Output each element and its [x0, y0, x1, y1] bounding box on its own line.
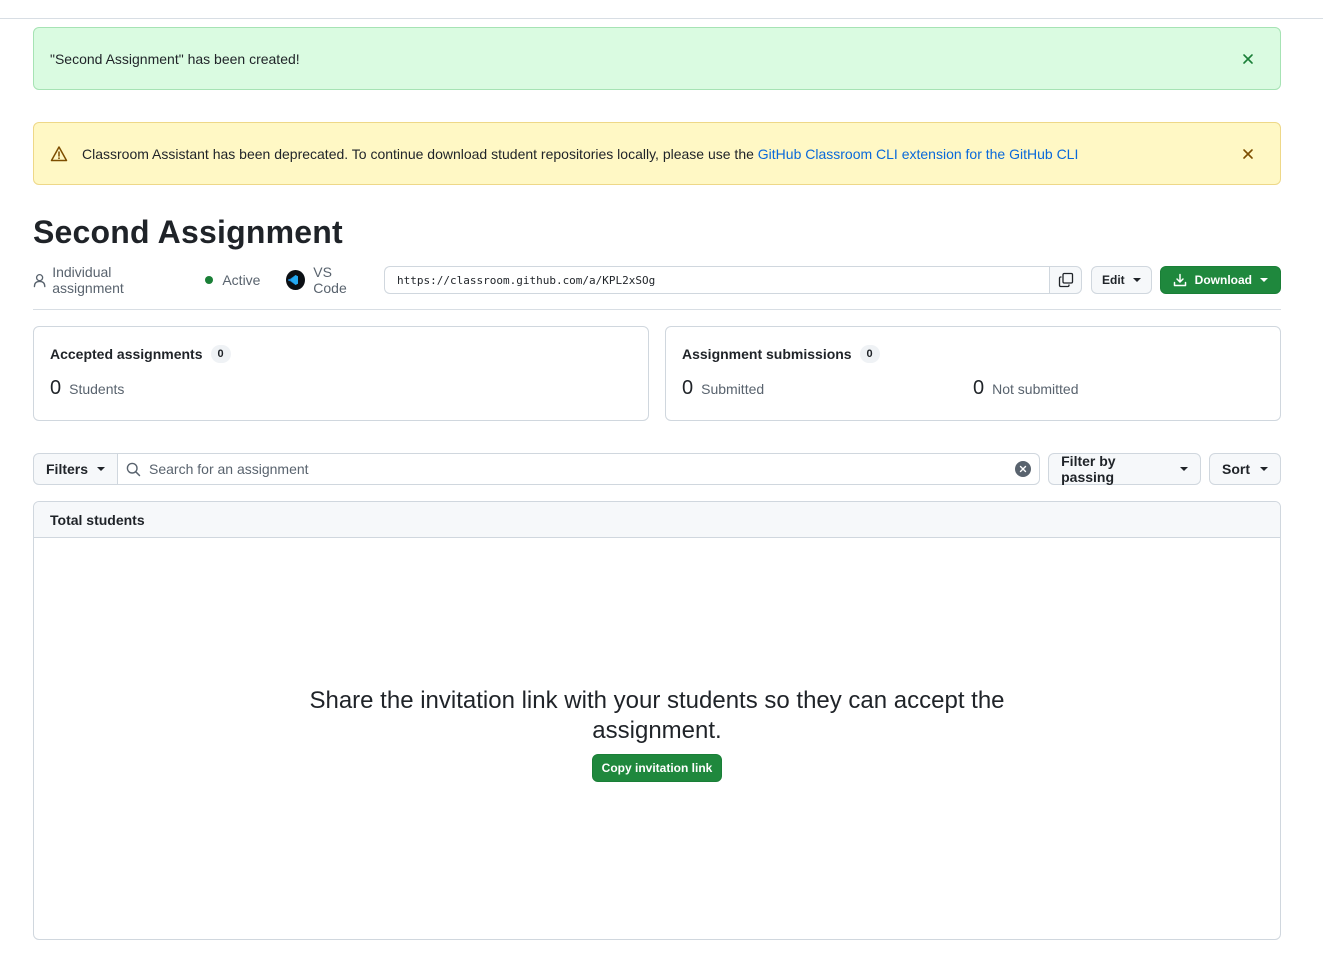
filter-toolbar: Filters Filter by passing Sort [33, 453, 1281, 485]
assignment-submissions-card: Assignment submissions 0 0 Submitted 0 N… [665, 326, 1281, 421]
filters-label: Filters [46, 461, 89, 477]
empty-state: Share the invitation link with your stud… [34, 686, 1280, 782]
download-button[interactable]: Download [1159, 266, 1281, 294]
success-flash: "Second Assignment" has been created! [33, 27, 1281, 90]
filter-by-passing-button[interactable]: Filter by passing [1048, 453, 1201, 485]
alert-icon [50, 145, 68, 163]
close-icon [1243, 148, 1253, 159]
chevron-down-icon [97, 467, 106, 471]
not-submitted-label: Not submitted [992, 381, 1079, 397]
edit-label: Edit [1102, 273, 1125, 287]
copy-invitation-link-button[interactable]: Copy invitation link [591, 754, 723, 782]
close-success-button[interactable] [1238, 49, 1258, 69]
table-header: Total students [34, 502, 1280, 538]
search-input[interactable] [149, 461, 1016, 477]
copy-url-button[interactable] [1049, 266, 1082, 294]
students-label: Students [69, 381, 125, 397]
clear-search-button[interactable] [1015, 461, 1032, 477]
status-label: Active [222, 272, 261, 288]
person-icon [33, 273, 46, 287]
submitted-num: 0 [682, 377, 694, 399]
meta-divider [33, 309, 1281, 310]
invite-url-input[interactable] [384, 266, 1049, 294]
search-icon [126, 462, 141, 476]
edit-button[interactable]: Edit [1091, 266, 1152, 294]
submissions-title: Assignment submissions [682, 346, 852, 362]
students-stat: 0 Students [50, 377, 124, 400]
submissions-count-badge: 0 [859, 345, 880, 363]
assignment-editor: VS Code [286, 264, 366, 296]
assignment-type-label: Individual assignment [52, 264, 124, 296]
x-circle-icon [1019, 465, 1027, 473]
editor-label: VS Code [313, 264, 347, 296]
empty-state-message: Share the invitation link with your stud… [309, 687, 1005, 744]
submitted-label: Submitted [701, 381, 765, 397]
not-submitted-num: 0 [973, 377, 985, 399]
download-icon [1173, 273, 1186, 287]
success-message: "Second Assignment" has been created! [50, 50, 300, 67]
cli-extension-link[interactable]: GitHub Classroom CLI extension for the G… [758, 146, 1079, 162]
active-dot-icon [205, 276, 214, 284]
warning-text: Classroom Assistant has been deprecated.… [82, 145, 758, 162]
close-icon [1243, 53, 1253, 64]
assignment-type: Individual assignment [33, 264, 179, 296]
accepted-count-badge: 0 [210, 345, 231, 363]
table-header-label: Total students [50, 511, 145, 528]
students-table: Total students Share the invitation link… [33, 501, 1281, 940]
assignment-status: Active [205, 272, 260, 288]
filter-passing-label: Filter by passing [1061, 453, 1116, 485]
page-title: Second Assignment [33, 214, 343, 250]
assignment-meta: Individual assignment Active VS Code Edi… [33, 264, 1281, 296]
copy-icon [1058, 272, 1073, 288]
invite-url-group [384, 266, 1082, 294]
accepted-assignments-card: Accepted assignments 0 0 Students [33, 326, 649, 421]
submitted-stat: 0 Submitted [682, 377, 973, 400]
sort-label: Sort [1222, 461, 1250, 477]
download-label: Download [1194, 273, 1252, 287]
warning-flash: Classroom Assistant has been deprecated.… [33, 122, 1281, 185]
search-box [118, 453, 1041, 485]
chevron-down-icon [1180, 467, 1188, 471]
warning-message: Classroom Assistant has been deprecated.… [82, 146, 1238, 162]
top-divider [0, 18, 1323, 19]
not-submitted-stat: 0 Not submitted [973, 377, 1079, 400]
students-num: 0 [50, 377, 62, 399]
filters-button[interactable]: Filters [33, 453, 119, 485]
accepted-title: Accepted assignments [50, 346, 203, 362]
vscode-icon [286, 270, 306, 290]
chevron-down-icon [1132, 278, 1141, 282]
chevron-down-icon [1260, 278, 1268, 282]
close-warning-button[interactable] [1238, 144, 1258, 164]
sort-button[interactable]: Sort [1209, 453, 1281, 485]
chevron-down-icon [1260, 467, 1268, 471]
